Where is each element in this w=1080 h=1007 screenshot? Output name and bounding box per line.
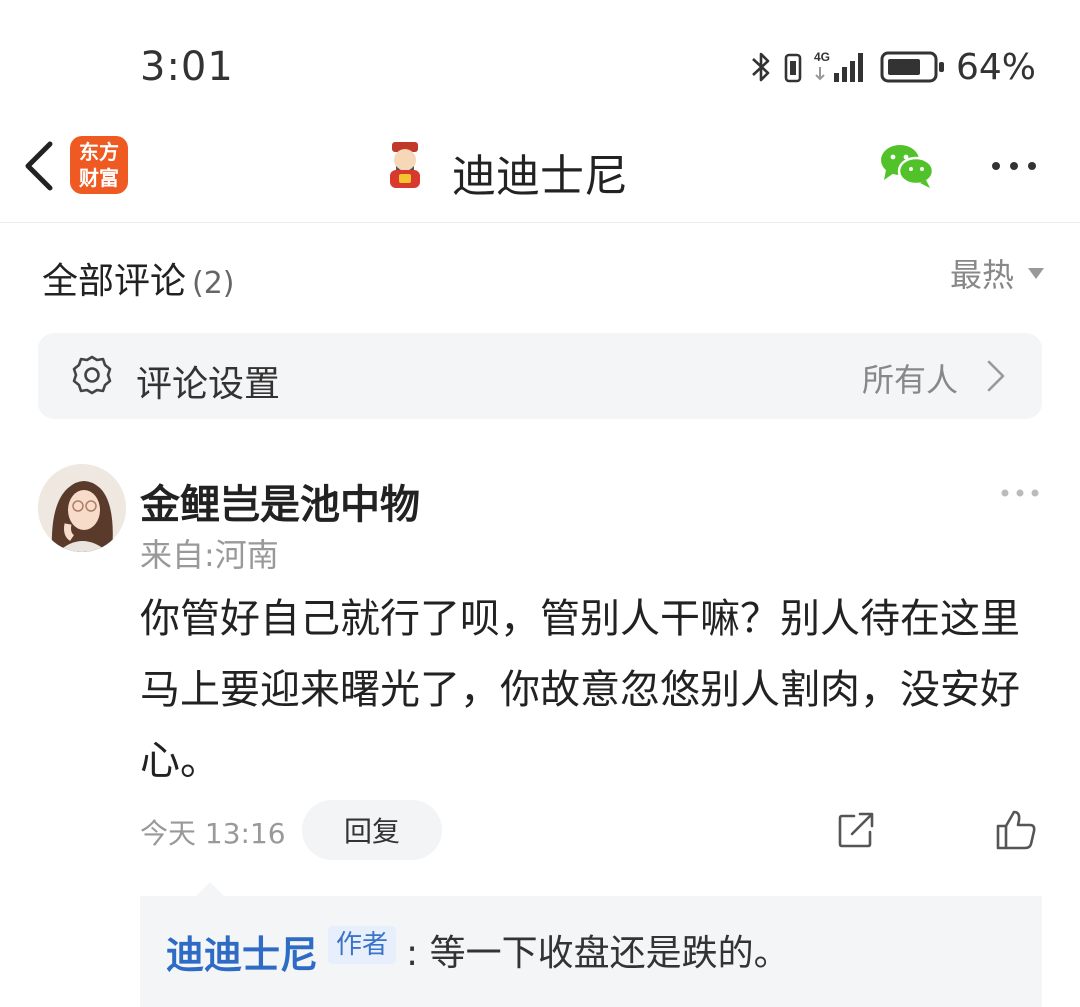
fortune-god-avatar-icon[interactable] bbox=[380, 140, 430, 190]
signal-icon: 4G bbox=[814, 50, 863, 82]
author-badge: 作者 bbox=[328, 926, 397, 964]
status-icons: 4G 64% bbox=[750, 46, 1036, 88]
chevron-right-icon bbox=[987, 360, 1005, 392]
sort-label: 最热 bbox=[949, 256, 1014, 294]
comment-text: 你管好自己就行了呗，管别人干嘛？别人待在这里马上要迎来曙光了，你故意忽悠别人割肉… bbox=[140, 596, 1020, 784]
sort-dropdown[interactable]: 最热 bbox=[950, 250, 1044, 296]
app-logo-line1: 东方 bbox=[79, 140, 119, 164]
reply-box[interactable]: 迪迪士尼 作者 : 等一下收盘还是跌的。 bbox=[140, 896, 1042, 1007]
comments-section-title: 全部评论 (2) bbox=[42, 252, 235, 304]
reply-button[interactable]: 回复 bbox=[302, 800, 442, 860]
share-icon[interactable] bbox=[836, 810, 876, 850]
comments-title-label: 全部评论 bbox=[42, 261, 187, 302]
header-divider bbox=[0, 222, 1080, 223]
reply-text: : 等一下收盘还是跌的。 bbox=[406, 933, 790, 974]
comment-settings-label: 评论设置 bbox=[136, 364, 281, 405]
comments-count: (2) bbox=[192, 266, 235, 301]
app-logo[interactable]: 东方 财富 bbox=[70, 136, 128, 194]
thumbs-up-icon[interactable] bbox=[994, 808, 1038, 852]
wechat-icon[interactable] bbox=[878, 140, 936, 190]
comment-more-icon[interactable] bbox=[1000, 488, 1040, 498]
comment-settings-value: 所有人 bbox=[861, 361, 958, 399]
page-title: 迪迪士尼 bbox=[452, 151, 628, 202]
app-logo-line2: 财富 bbox=[79, 166, 119, 190]
status-time: 3:01 bbox=[140, 44, 234, 90]
caret-down-icon bbox=[1028, 267, 1044, 279]
battery-percent: 64% bbox=[955, 46, 1036, 88]
svg-text:4G: 4G bbox=[814, 50, 830, 64]
comment-timestamp: 今天 13:16 bbox=[140, 817, 286, 850]
commenter-location: 来自:河南 bbox=[140, 536, 279, 574]
reply-pointer bbox=[196, 882, 224, 896]
gear-icon bbox=[72, 355, 112, 395]
commenter-name[interactable]: 金鲤岂是池中物 bbox=[140, 472, 420, 530]
bluetooth-icon bbox=[752, 52, 770, 82]
battery-icon bbox=[880, 51, 944, 83]
more-icon[interactable] bbox=[990, 160, 1038, 172]
vibrate-icon bbox=[784, 53, 802, 83]
comment-settings-row[interactable]: 评论设置 所有人 bbox=[38, 333, 1042, 419]
commenter-avatar[interactable] bbox=[38, 464, 126, 552]
chevron-left-icon[interactable] bbox=[20, 138, 60, 194]
avatar-image bbox=[38, 464, 126, 552]
reply-author[interactable]: 迪迪士尼 bbox=[166, 924, 318, 979]
